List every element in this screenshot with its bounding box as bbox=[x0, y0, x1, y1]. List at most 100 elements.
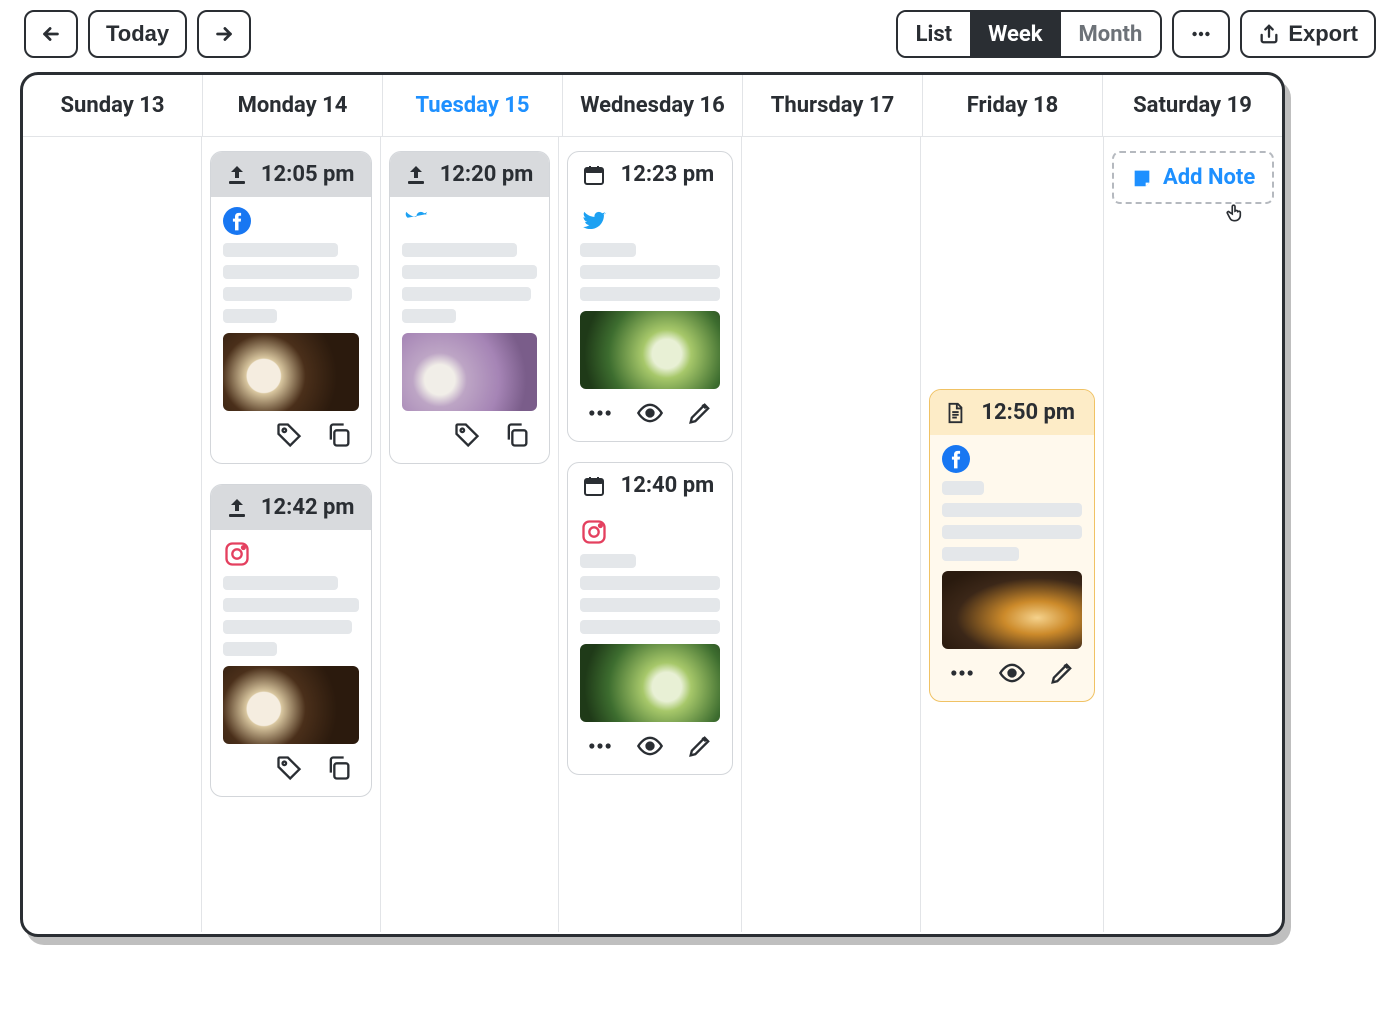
post-card-body bbox=[568, 508, 732, 774]
more-options-button[interactable] bbox=[1172, 10, 1230, 58]
post-card[interactable]: 12:23 pm bbox=[567, 151, 733, 442]
day-header-monday: Monday 14 bbox=[203, 75, 383, 136]
twitter-icon bbox=[402, 207, 430, 235]
edit-icon[interactable] bbox=[686, 732, 714, 760]
edit-icon[interactable] bbox=[1048, 659, 1076, 687]
post-card-header: 12:40 pm bbox=[568, 463, 732, 508]
note-icon bbox=[1131, 167, 1153, 189]
calendar-icon bbox=[582, 163, 606, 187]
post-card-header: 12:05 pm bbox=[211, 152, 371, 197]
view-week-button[interactable]: Week bbox=[970, 12, 1060, 56]
ellipsis-icon[interactable] bbox=[586, 399, 614, 427]
day-column-saturday[interactable]: Add Note bbox=[1104, 137, 1282, 932]
today-button[interactable]: Today bbox=[88, 10, 187, 58]
post-card-body bbox=[390, 197, 550, 463]
post-text-placeholder bbox=[942, 481, 1082, 561]
post-card-header: 12:50 pm bbox=[930, 390, 1094, 435]
view-list-button[interactable]: List bbox=[898, 12, 970, 56]
day-column-wednesday[interactable]: 12:23 pm 12:40 pm bbox=[559, 137, 742, 932]
post-actions bbox=[402, 419, 538, 451]
facebook-icon bbox=[942, 445, 970, 473]
instagram-icon bbox=[223, 540, 251, 568]
day-column-friday[interactable]: 12:50 pm bbox=[921, 137, 1104, 932]
post-card[interactable]: 12:20 pm bbox=[389, 151, 551, 464]
copy-icon[interactable] bbox=[503, 421, 531, 449]
eye-icon[interactable] bbox=[636, 399, 664, 427]
post-actions bbox=[580, 397, 720, 429]
upload-icon bbox=[225, 163, 249, 187]
post-thumbnail bbox=[580, 311, 720, 389]
post-card-header: 12:42 pm bbox=[211, 485, 371, 530]
post-thumbnail bbox=[580, 644, 720, 722]
post-time: 12:50 pm bbox=[976, 400, 1080, 425]
post-thumbnail bbox=[223, 333, 359, 411]
chevron-right-icon bbox=[213, 23, 235, 45]
chevron-left-icon bbox=[40, 23, 62, 45]
post-card-body bbox=[568, 197, 732, 441]
day-header-friday: Friday 18 bbox=[923, 75, 1103, 136]
ellipsis-icon bbox=[1188, 23, 1214, 45]
post-card-body bbox=[211, 197, 371, 463]
tag-icon[interactable] bbox=[275, 754, 303, 782]
toolbar-right: List Week Month Export bbox=[896, 10, 1376, 58]
upload-icon bbox=[225, 496, 249, 520]
post-text-placeholder bbox=[580, 243, 720, 301]
eye-icon[interactable] bbox=[636, 732, 664, 760]
copy-icon[interactable] bbox=[325, 421, 353, 449]
post-card[interactable]: 12:05 pm bbox=[210, 151, 372, 464]
calendar-header-row: Sunday 13 Monday 14 Tuesday 15 Wednesday… bbox=[23, 75, 1282, 137]
prev-week-button[interactable] bbox=[24, 10, 78, 58]
export-icon bbox=[1258, 23, 1280, 45]
calendar-icon bbox=[582, 474, 606, 498]
post-card[interactable]: 12:42 pm bbox=[210, 484, 372, 797]
post-text-placeholder bbox=[223, 576, 359, 656]
copy-icon[interactable] bbox=[325, 754, 353, 782]
view-month-button[interactable]: Month bbox=[1061, 12, 1161, 56]
tag-icon[interactable] bbox=[275, 421, 303, 449]
calendar-week-view: Sunday 13 Monday 14 Tuesday 15 Wednesday… bbox=[20, 72, 1285, 937]
post-actions bbox=[223, 752, 359, 784]
post-card-body bbox=[211, 530, 371, 796]
edit-icon[interactable] bbox=[686, 399, 714, 427]
post-card[interactable]: 12:40 pm bbox=[567, 462, 733, 775]
post-text-placeholder bbox=[402, 243, 538, 323]
day-header-saturday: Saturday 19 bbox=[1103, 75, 1282, 136]
post-actions bbox=[223, 419, 359, 451]
ellipsis-icon[interactable] bbox=[948, 659, 976, 687]
day-header-thursday: Thursday 17 bbox=[743, 75, 923, 136]
calendar-body: 12:05 pm 12:42 pm bbox=[23, 137, 1282, 932]
post-time: 12:20 pm bbox=[438, 162, 536, 187]
instagram-icon bbox=[580, 518, 608, 546]
post-card-draft[interactable]: 12:50 pm bbox=[929, 389, 1095, 702]
facebook-icon bbox=[223, 207, 251, 235]
post-text-placeholder bbox=[580, 554, 720, 634]
day-header-sunday: Sunday 13 bbox=[23, 75, 203, 136]
post-actions bbox=[942, 657, 1082, 689]
post-text-placeholder bbox=[223, 243, 359, 323]
post-thumbnail bbox=[942, 571, 1082, 649]
today-label: Today bbox=[106, 21, 169, 47]
post-card-body bbox=[930, 435, 1094, 701]
post-time: 12:23 pm bbox=[616, 162, 718, 187]
export-button[interactable]: Export bbox=[1240, 10, 1376, 58]
twitter-icon bbox=[580, 207, 608, 235]
ellipsis-icon[interactable] bbox=[586, 732, 614, 760]
tag-icon[interactable] bbox=[453, 421, 481, 449]
toolbar-left: Today bbox=[24, 10, 251, 58]
add-note-button[interactable]: Add Note bbox=[1112, 151, 1274, 204]
eye-icon[interactable] bbox=[998, 659, 1026, 687]
post-card-header: 12:23 pm bbox=[568, 152, 732, 197]
cursor-pointer-icon bbox=[1224, 202, 1246, 224]
day-column-sunday[interactable] bbox=[23, 137, 202, 932]
next-week-button[interactable] bbox=[197, 10, 251, 58]
day-column-thursday[interactable] bbox=[742, 137, 921, 932]
day-column-monday[interactable]: 12:05 pm 12:42 pm bbox=[202, 137, 381, 932]
post-actions bbox=[580, 730, 720, 762]
post-time: 12:05 pm bbox=[259, 162, 357, 187]
day-header-tuesday: Tuesday 15 bbox=[383, 75, 563, 136]
post-thumbnail bbox=[223, 666, 359, 744]
day-header-wednesday: Wednesday 16 bbox=[563, 75, 743, 136]
spacer bbox=[929, 151, 1095, 369]
day-column-tuesday[interactable]: 12:20 pm bbox=[381, 137, 560, 932]
post-time: 12:42 pm bbox=[259, 495, 357, 520]
